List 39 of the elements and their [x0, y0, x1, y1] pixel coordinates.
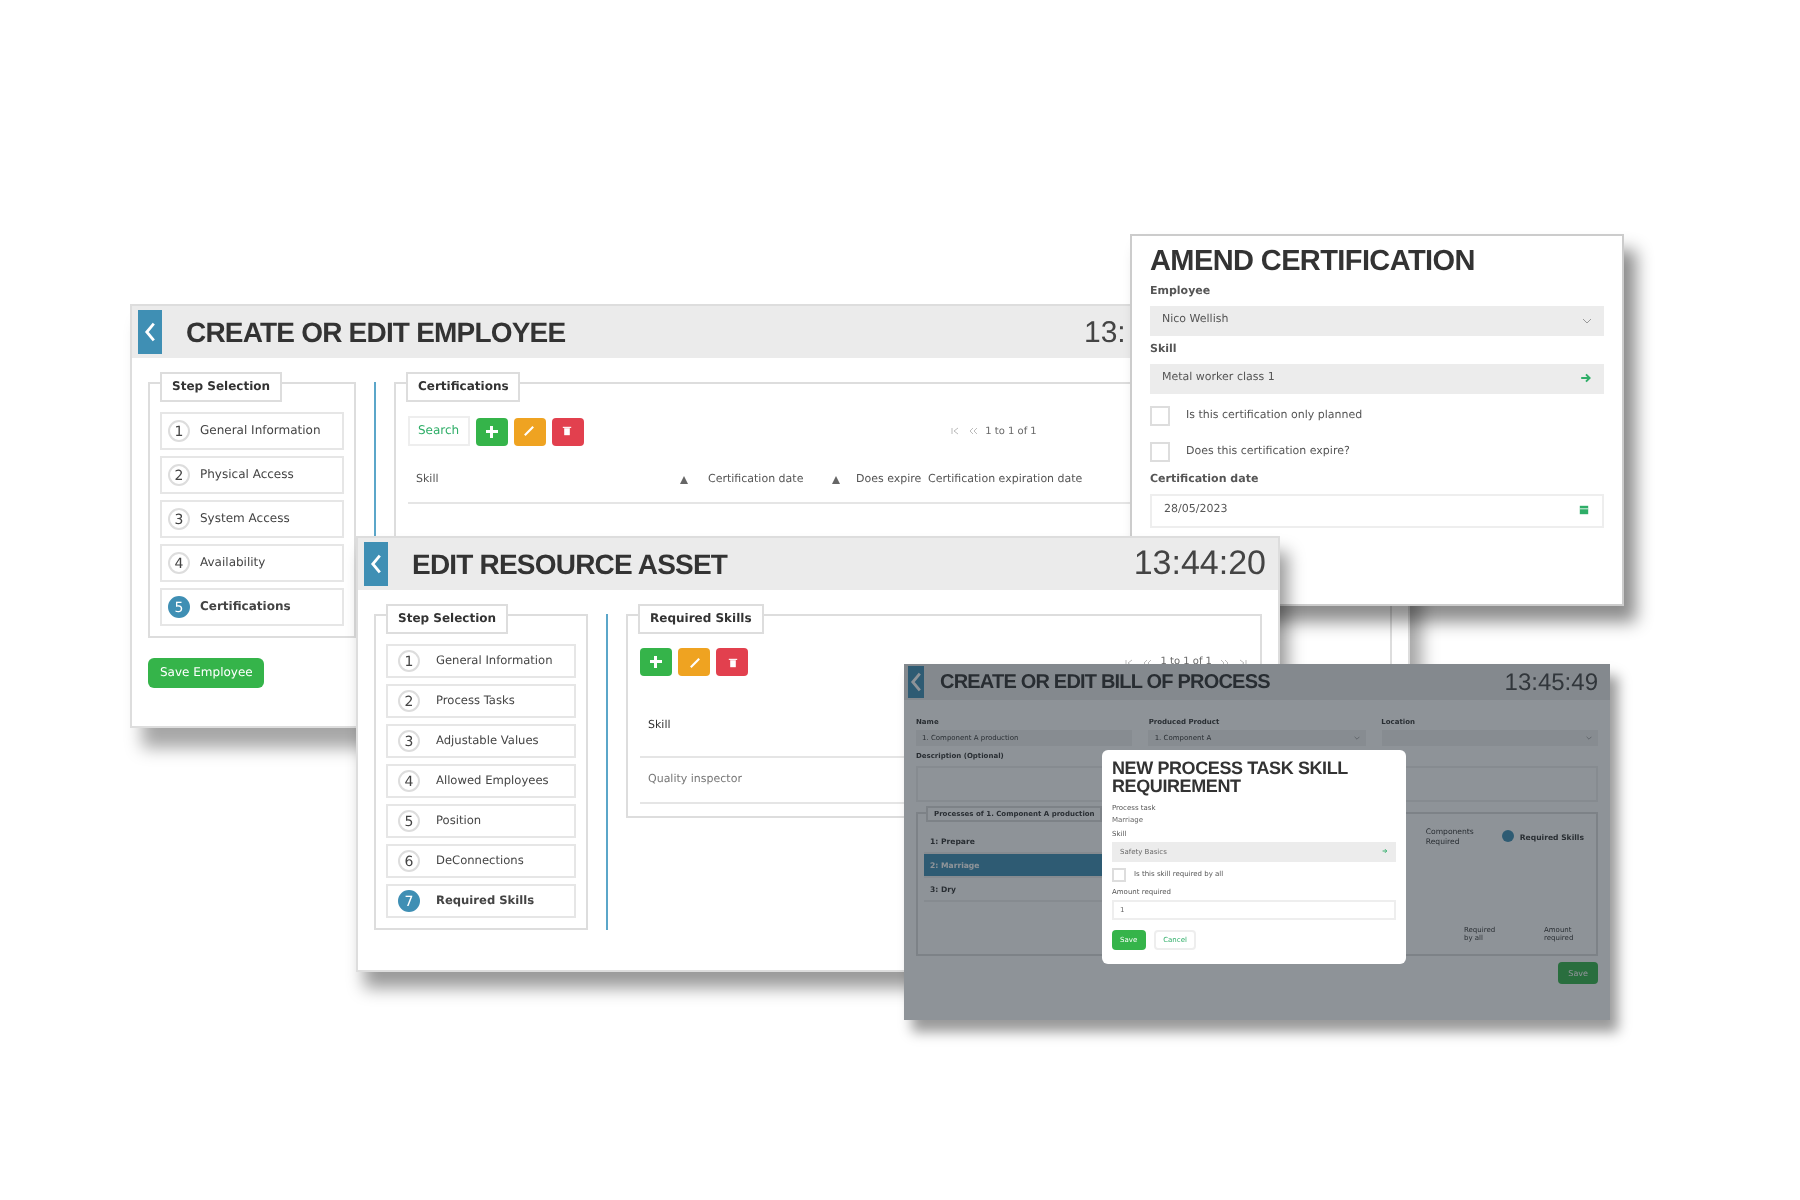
checkbox[interactable]	[1150, 441, 1170, 461]
pencil-icon	[522, 424, 537, 438]
sort-icon[interactable]	[832, 476, 840, 484]
add-button[interactable]	[640, 648, 672, 676]
window-title: CREATE OR EDIT EMPLOYEE	[186, 316, 566, 348]
window-title: EDIT RESOURCE ASSET	[412, 548, 728, 580]
edit-button[interactable]	[513, 417, 546, 445]
trash-icon	[560, 424, 575, 438]
back-button[interactable]	[908, 666, 924, 698]
arrow-icon	[1382, 848, 1388, 855]
checkbox[interactable]	[1112, 867, 1126, 882]
sort-icon[interactable]	[680, 476, 688, 484]
window-title: CREATE OR EDIT BILL OF PROCESS	[940, 671, 1270, 693]
caret-icon	[1582, 317, 1592, 323]
plus-icon	[485, 425, 498, 437]
back-button[interactable]	[138, 310, 162, 354]
pencil-icon	[687, 655, 701, 669]
checkbox[interactable]	[1150, 405, 1170, 425]
delete-button[interactable]	[716, 648, 748, 676]
first-page-icon[interactable]	[949, 426, 960, 436]
chevron-left-icon	[369, 552, 383, 576]
first-page-icon[interactable]	[1124, 657, 1135, 667]
clock: 13:45:49	[1504, 668, 1600, 696]
dropdown-field[interactable]	[1381, 730, 1598, 746]
chevron-left-icon	[143, 320, 157, 344]
chevron-left-icon	[909, 670, 923, 694]
delete-button[interactable]	[551, 417, 584, 445]
add-button[interactable]	[475, 417, 508, 445]
calendar-icon	[1578, 504, 1590, 516]
back-button[interactable]	[364, 542, 388, 586]
arrow-icon	[1580, 372, 1592, 384]
edit-button[interactable]	[678, 648, 710, 676]
dialog-title: AMEND CERTIFICATION	[1150, 248, 1477, 277]
clock: 13:44:20	[1133, 544, 1268, 584]
plus-icon	[650, 656, 662, 668]
previous-page-icon[interactable]	[967, 426, 978, 436]
trash-icon	[725, 655, 739, 669]
clock: 13:	[1084, 316, 1128, 350]
last-page-icon[interactable]	[1238, 657, 1248, 667]
